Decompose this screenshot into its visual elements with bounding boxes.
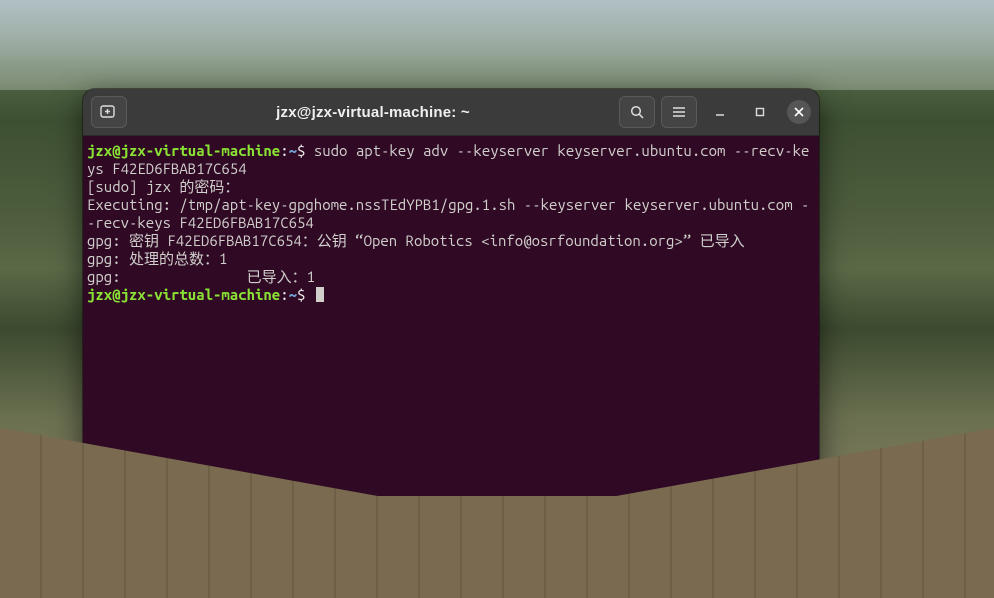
window-title: jzx@jzx-virtual-machine: ~ [133,104,613,121]
titlebar[interactable]: jzx@jzx-virtual-machine: ~ [83,89,819,136]
close-icon [793,106,805,118]
menu-button[interactable] [661,96,697,128]
minimize-icon [713,105,727,119]
close-button[interactable] [787,100,811,124]
new-tab-button[interactable] [91,96,127,128]
prompt-userhost: jzx@jzx-virtual-machine [87,286,280,303]
prompt-dollar: $ [297,286,305,303]
terminal-window: jzx@jzx-virtual-machine: ~ [83,89,819,567]
search-button[interactable] [619,96,655,128]
cursor [316,287,324,302]
maximize-button[interactable] [743,97,777,127]
terminal-line: gpg: 已导入：1 [87,268,315,285]
desktop-background: jzx@jzx-virtual-machine: ~ [0,0,994,598]
new-tab-icon [100,104,118,120]
terminal-line: [sudo] jzx 的密码： [87,178,239,195]
terminal-line: gpg: 密钥 F42ED6FBAB17C654：公钥 “Open Roboti… [87,232,745,249]
prompt-path: ~ [289,142,297,159]
terminal-body[interactable]: jzx@jzx-virtual-machine:~$ sudo apt-key … [83,136,819,567]
prompt-sep: : [280,142,288,159]
minimize-button[interactable] [703,97,737,127]
prompt-userhost: jzx@jzx-virtual-machine [87,142,280,159]
prompt-path: ~ [289,286,297,303]
prompt-sep: : [280,286,288,303]
terminal-line: Executing: /tmp/apt-key-gpghome.nssTEdYP… [87,196,809,231]
search-icon [629,104,645,120]
terminal-line: gpg: 处理的总数：1 [87,250,227,267]
hamburger-icon [671,104,687,120]
maximize-icon [753,105,767,119]
